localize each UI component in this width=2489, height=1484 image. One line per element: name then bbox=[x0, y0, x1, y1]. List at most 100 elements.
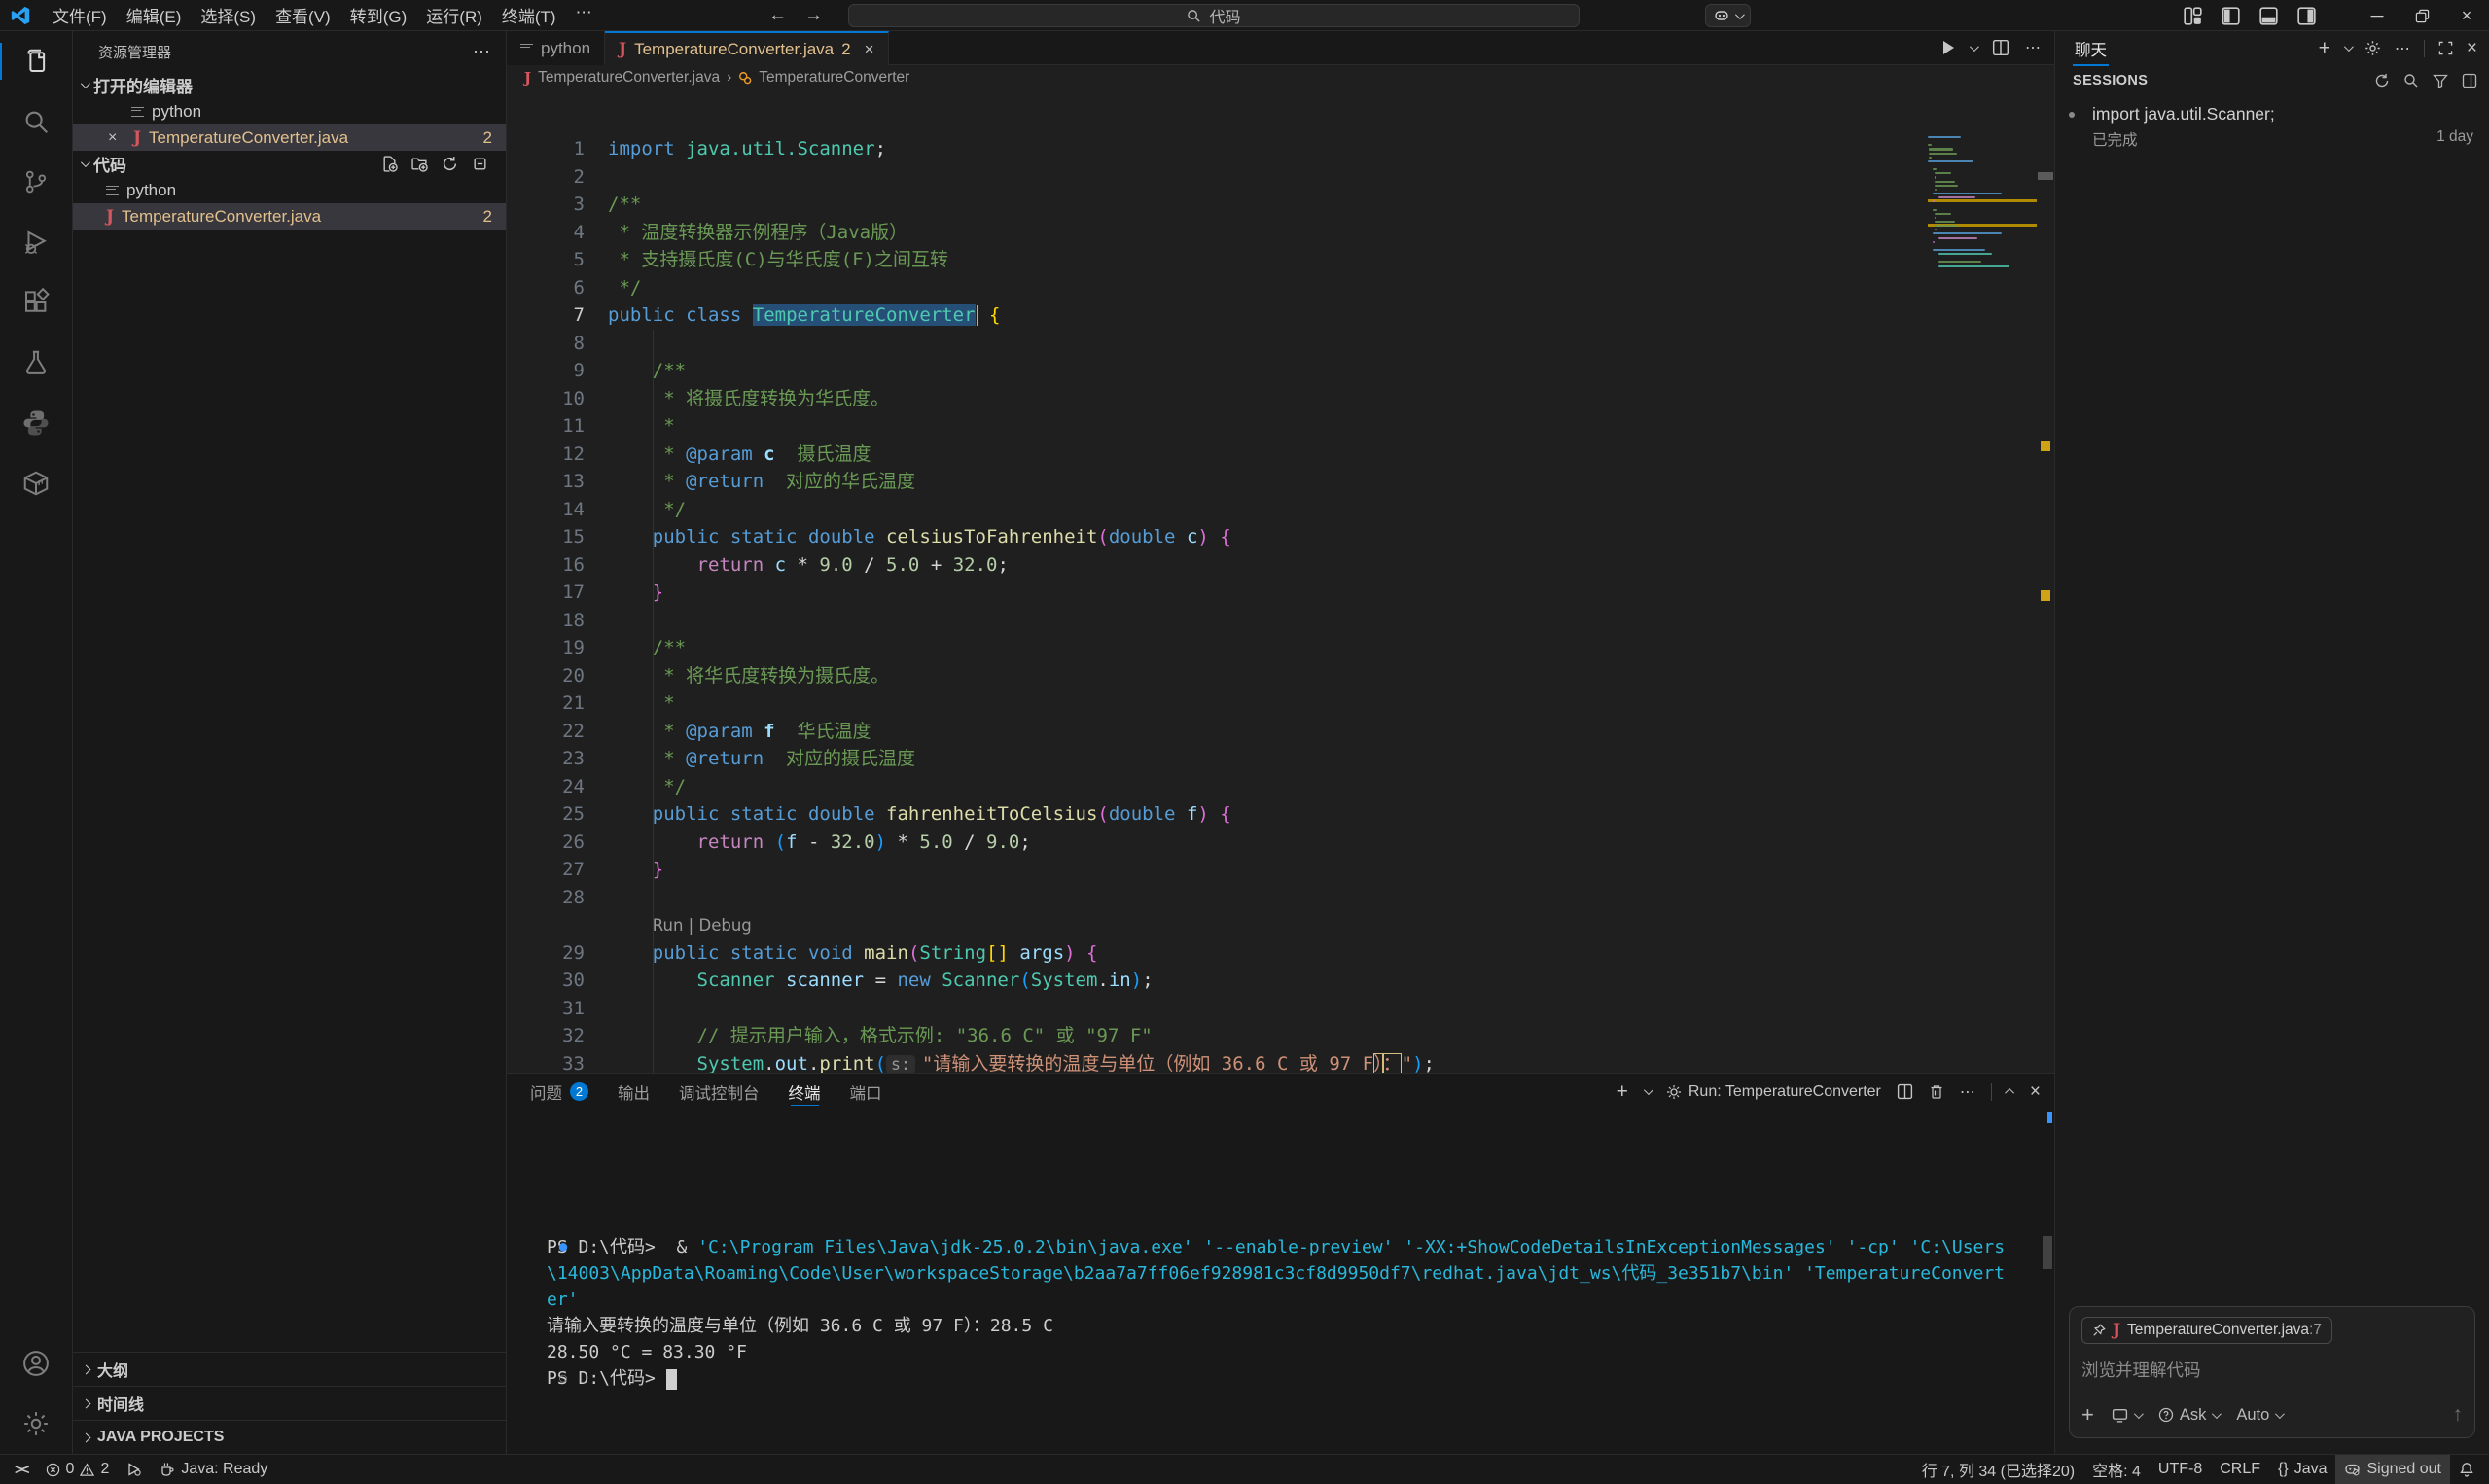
code-line[interactable]: 10 * 将摄氏度转换为华氏度。 bbox=[507, 385, 1928, 413]
line-content[interactable]: System.out.print(s:"请输入要转换的温度与单位（例如 36.6… bbox=[608, 1050, 1435, 1074]
line-content[interactable]: return c * 9.0 / 5.0 + 32.0; bbox=[608, 551, 1009, 580]
menu-item-6[interactable]: 终端(T) bbox=[492, 0, 566, 30]
code-line[interactable]: 22 * @param f 华氏温度 bbox=[507, 718, 1928, 746]
sidebar-section-大纲[interactable]: 大纲 bbox=[73, 1352, 506, 1386]
terminal-instance[interactable]: Run: TemperatureConverter bbox=[1666, 1083, 1881, 1101]
line-content[interactable]: * 将华氏度转换为摄氏度。 bbox=[608, 662, 889, 690]
notifications-bell[interactable] bbox=[2450, 1455, 2483, 1484]
toggle-panel-icon[interactable] bbox=[2259, 7, 2278, 25]
terminal-line[interactable]: 请输入要转换的温度与单位（例如 36.6 C 或 97 F）：28.5 C bbox=[547, 1313, 2035, 1339]
menu-item-5[interactable]: 运行(R) bbox=[416, 0, 492, 30]
line-content[interactable]: /** bbox=[608, 634, 686, 662]
code-line[interactable]: 30 Scanner scanner = new Scanner(System.… bbox=[507, 967, 1928, 995]
nav-back-button[interactable]: ← bbox=[768, 5, 787, 26]
send-button[interactable]: ↑ bbox=[2453, 1403, 2464, 1427]
context-chip[interactable]: J TemperatureConverter.java:7 bbox=[2081, 1317, 2332, 1344]
chat-tab[interactable]: 聊天 bbox=[2073, 31, 2109, 66]
folder-section-header[interactable]: 代码 bbox=[73, 151, 506, 177]
close-icon[interactable]: × bbox=[108, 129, 124, 147]
command-center-search[interactable]: 代码 bbox=[848, 4, 1580, 27]
code-line[interactable]: 24 */ bbox=[507, 773, 1928, 801]
file-row-TemperatureConverter.java[interactable]: JTemperatureConverter.java2 bbox=[73, 203, 506, 230]
line-content[interactable]: public static void main(String[] args) { bbox=[608, 939, 1098, 968]
run-java-button[interactable] bbox=[1943, 41, 1954, 54]
codelens-debug-link[interactable]: Debug bbox=[699, 916, 752, 935]
panel-tab-调试控制台[interactable]: 调试控制台 bbox=[679, 1074, 760, 1110]
code-line[interactable]: 21 * bbox=[507, 689, 1928, 718]
breadcrumb[interactable]: JTemperatureConverter.java›TemperatureCo… bbox=[507, 65, 2054, 90]
split-view-icon[interactable] bbox=[2462, 73, 2477, 88]
command-decoration-icon[interactable]: ○ bbox=[553, 1365, 573, 1392]
kill-terminal-icon[interactable] bbox=[1929, 1083, 1944, 1100]
copilot-button[interactable] bbox=[1705, 4, 1751, 27]
new-chat-icon[interactable]: + bbox=[2319, 37, 2330, 60]
sidebar-section-JAVA PROJECTS[interactable]: JAVA PROJECTS bbox=[73, 1420, 506, 1454]
line-content[interactable]: /** bbox=[608, 357, 686, 385]
menu-item-7[interactable]: ⋯ bbox=[566, 0, 602, 30]
line-content[interactable]: } bbox=[608, 856, 663, 884]
code-line[interactable]: 8 bbox=[507, 330, 1928, 358]
line-content[interactable]: */ bbox=[608, 496, 686, 524]
chat-more-actions-icon[interactable]: ⋯ bbox=[2395, 39, 2410, 58]
minimap[interactable] bbox=[1928, 90, 2037, 1073]
split-editor-icon[interactable] bbox=[1992, 39, 2009, 56]
activity-extensions[interactable] bbox=[0, 272, 73, 333]
overview-ruler[interactable] bbox=[2037, 90, 2054, 1073]
line-content[interactable]: * 温度转换器示例程序（Java版） bbox=[608, 219, 907, 247]
editor-more-actions-icon[interactable]: ⋯ bbox=[2025, 38, 2041, 57]
activity-run-debug[interactable] bbox=[0, 212, 73, 272]
line-content[interactable]: * 支持摄氏度(C)与华氏度(F)之间互转 bbox=[608, 246, 948, 274]
close-tab-icon[interactable]: × bbox=[865, 40, 874, 59]
line-content[interactable]: return (f - 32.0) * 5.0 / 9.0; bbox=[608, 829, 1031, 857]
line-content[interactable]: * 将摄氏度转换为华氏度。 bbox=[608, 385, 889, 413]
code-line[interactable]: 31 bbox=[507, 995, 1928, 1023]
gear-icon[interactable] bbox=[2365, 40, 2381, 56]
code-line[interactable]: 4 * 温度转换器示例程序（Java版） bbox=[507, 219, 1928, 247]
terminal-line[interactable]: ●PS D:\代码> & 'C:\Program Files\Java\jdk-… bbox=[547, 1234, 2035, 1260]
toggle-primary-sidebar-icon[interactable] bbox=[2222, 7, 2240, 25]
line-content[interactable]: * bbox=[608, 689, 675, 718]
code-line[interactable]: 28 bbox=[507, 884, 1928, 912]
menu-item-1[interactable]: 编辑(E) bbox=[117, 0, 192, 30]
line-content[interactable]: * bbox=[608, 412, 675, 441]
code-line[interactable]: 5 * 支持摄氏度(C)与华氏度(F)之间互转 bbox=[507, 246, 1928, 274]
encoding-status[interactable]: UTF-8 bbox=[2150, 1455, 2211, 1484]
tools-picker[interactable] bbox=[2112, 1408, 2141, 1423]
panel-tab-问题[interactable]: 问题2 bbox=[530, 1074, 588, 1110]
line-content[interactable]: */ bbox=[608, 274, 641, 302]
breadcrumb-item[interactable]: TemperatureConverter bbox=[759, 69, 909, 87]
panel-tab-输出[interactable]: 输出 bbox=[618, 1074, 650, 1110]
line-content[interactable]: } bbox=[608, 579, 663, 607]
menu-item-3[interactable]: 查看(V) bbox=[266, 0, 340, 30]
chat-input-box[interactable]: J TemperatureConverter.java:7 浏览并理解代码 + … bbox=[2069, 1306, 2475, 1438]
line-content[interactable]: /** bbox=[608, 191, 641, 219]
chevron-down-icon[interactable] bbox=[2344, 42, 2354, 52]
activity-python[interactable] bbox=[0, 393, 73, 453]
attach-context-icon[interactable]: + bbox=[2081, 1402, 2094, 1428]
activity-search[interactable] bbox=[0, 91, 73, 152]
code-line[interactable]: 23 * @return 对应的摄氏温度 bbox=[507, 745, 1928, 773]
tab-python[interactable]: python bbox=[507, 31, 605, 65]
nav-forward-button[interactable]: → bbox=[804, 5, 823, 26]
code-line[interactable]: 18 bbox=[507, 607, 1928, 635]
line-content[interactable]: public static double fahrenheitToCelsius… bbox=[608, 800, 1231, 829]
code-line[interactable]: 25 public static double fahrenheitToCels… bbox=[507, 800, 1928, 829]
menu-item-2[interactable]: 选择(S) bbox=[191, 0, 266, 30]
new-file-icon[interactable] bbox=[381, 156, 398, 172]
search-icon[interactable] bbox=[2403, 73, 2419, 88]
panel-more-actions-icon[interactable]: ⋯ bbox=[1960, 1082, 1975, 1102]
activity-source-control[interactable] bbox=[0, 152, 73, 212]
refresh-icon[interactable] bbox=[442, 156, 458, 172]
sidebar-more-actions-icon[interactable]: ⋯ bbox=[473, 42, 490, 62]
collapse-all-icon[interactable] bbox=[472, 156, 488, 172]
line-content[interactable]: public class TemperatureConverter { bbox=[608, 301, 1000, 330]
code-line[interactable]: 27 } bbox=[507, 856, 1928, 884]
problems-status[interactable]: 0 2 bbox=[37, 1455, 119, 1484]
tab-TemperatureConverter.java[interactable]: JTemperatureConverter.java2× bbox=[605, 31, 889, 65]
code-line[interactable]: 32 // 提示用户输入，格式示例: "36.6 C" 或 "97 F" bbox=[507, 1022, 1928, 1050]
code-line[interactable]: 3/** bbox=[507, 191, 1928, 219]
menu-item-4[interactable]: 转到(G) bbox=[340, 0, 417, 30]
cursor-position[interactable]: 行 7, 列 34 (已选择20) bbox=[1913, 1455, 2083, 1484]
terminal[interactable]: ●PS D:\代码> & 'C:\Program Files\Java\jdk-… bbox=[507, 1110, 2054, 1454]
close-chat-icon[interactable]: × bbox=[2467, 38, 2477, 59]
